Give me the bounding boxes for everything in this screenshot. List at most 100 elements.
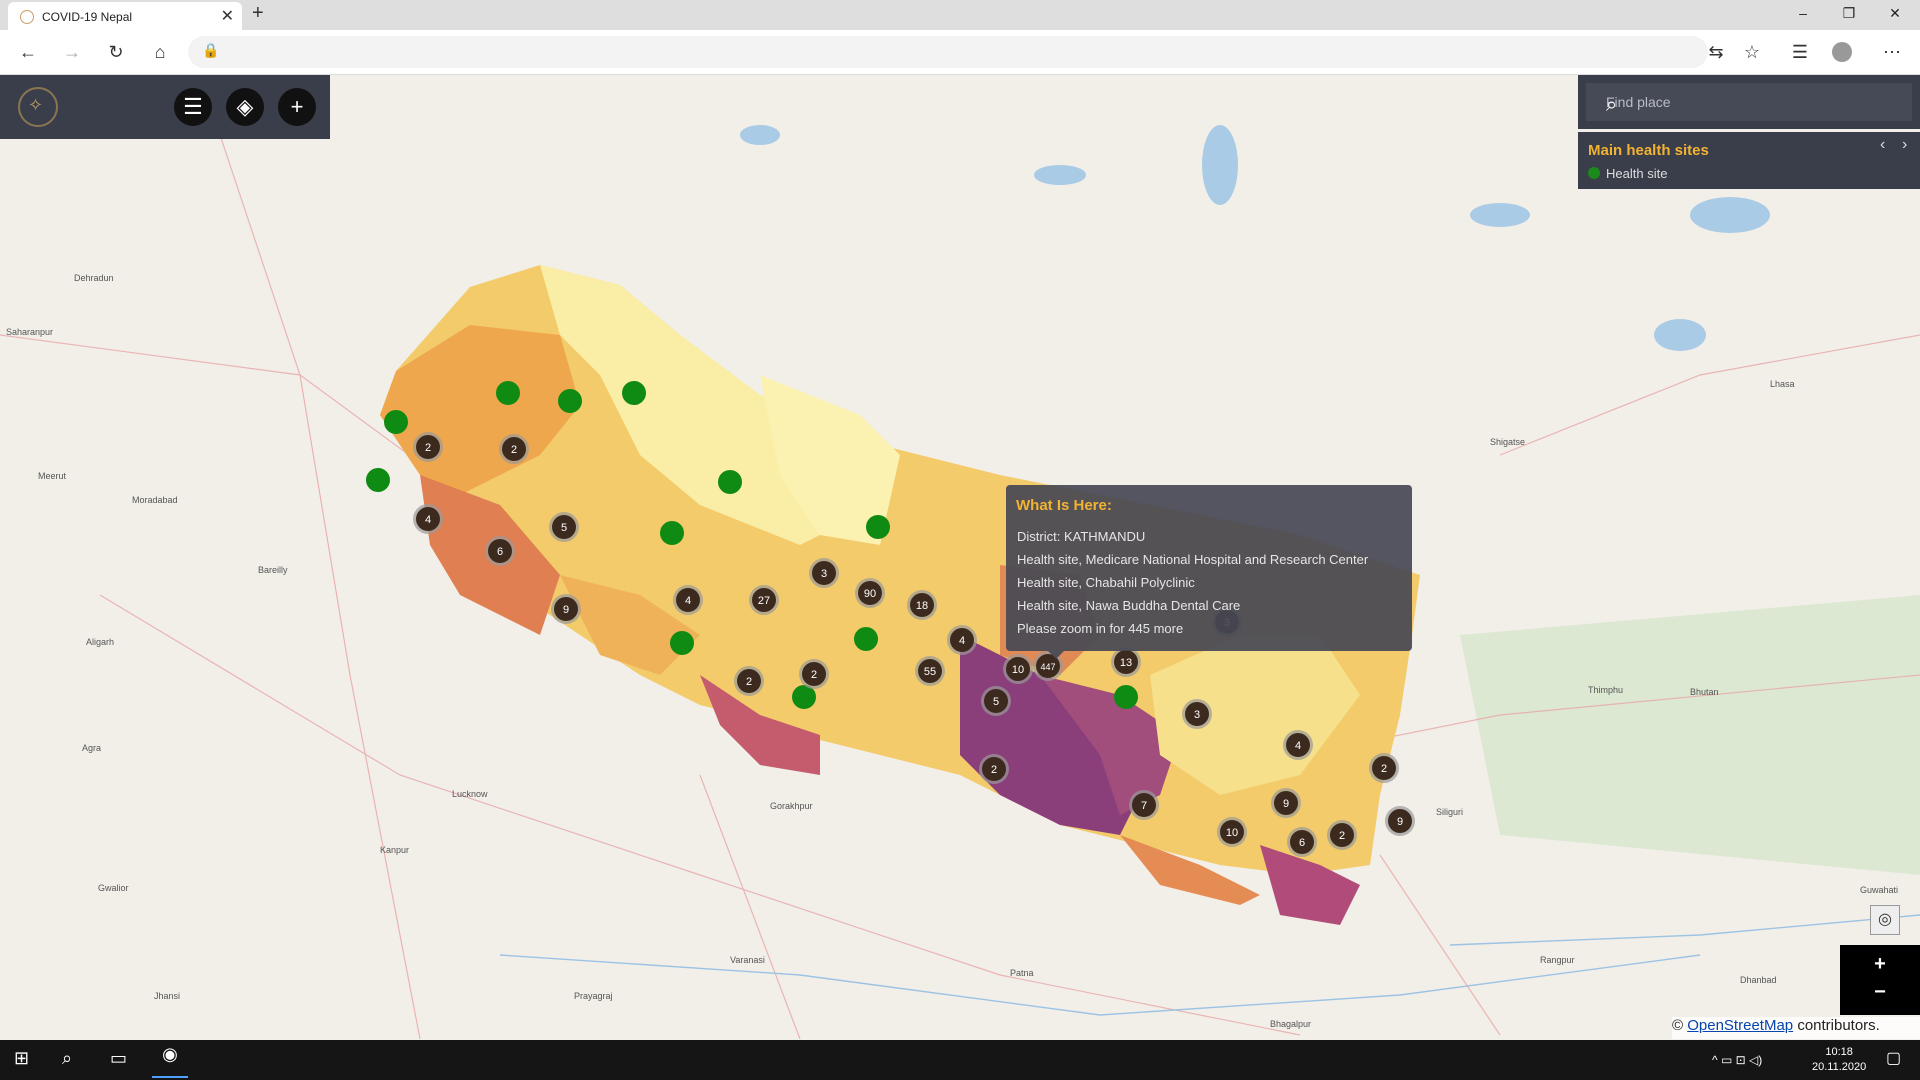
cluster-marker[interactable]: 4	[1283, 730, 1313, 760]
restore-button[interactable]: ❐	[1826, 0, 1872, 30]
popup-district: District: KATHMANDU	[1017, 529, 1146, 544]
search-icon[interactable]: ⌕	[1606, 94, 1900, 117]
clock-time: 10:18	[1825, 1046, 1853, 1058]
cluster-marker[interactable]: 2	[499, 434, 529, 464]
refresh-button[interactable]: ↻	[102, 38, 130, 66]
close-tab-icon[interactable]: ✕	[221, 6, 234, 26]
cluster-marker[interactable]: 4	[413, 504, 443, 534]
cluster-count: 4	[959, 635, 965, 647]
cluster-marker[interactable]: 2	[799, 659, 829, 689]
back-button[interactable]: ←	[14, 38, 42, 66]
health-site-marker[interactable]	[866, 515, 890, 539]
legend-item: Health site	[1588, 166, 1667, 181]
more-menu-icon[interactable]: ⋯	[1878, 38, 1906, 66]
cluster-marker[interactable]: 10	[1217, 817, 1247, 847]
cluster-marker[interactable]: 5	[549, 512, 579, 542]
site-favicon-icon	[20, 10, 34, 24]
popup-line: Health site, Medicare National Hospital …	[1017, 552, 1369, 567]
cluster-marker[interactable]: 2	[1369, 753, 1399, 783]
cluster-count: 27	[758, 595, 770, 607]
what-is-here-popup: What Is Here: District: KATHMANDU Health…	[1006, 485, 1412, 659]
cluster-marker[interactable]: 5	[981, 686, 1011, 716]
cluster-marker[interactable]: 6	[1287, 827, 1317, 857]
cluster-marker[interactable]: 90	[855, 578, 885, 608]
health-site-marker[interactable]	[718, 470, 742, 494]
cluster-marker[interactable]: 27	[749, 585, 779, 615]
cluster-count: 4	[1295, 740, 1301, 752]
cluster-count: 9	[563, 604, 569, 616]
cluster-marker[interactable]: 2	[734, 666, 764, 696]
clock-date: 20.11.2020	[1812, 1061, 1867, 1073]
health-site-marker[interactable]	[670, 631, 694, 655]
menu-button[interactable]: ☰	[174, 88, 212, 126]
cluster-marker[interactable]: 9	[1385, 806, 1415, 836]
minimize-button[interactable]: –	[1780, 0, 1826, 30]
add-button[interactable]: +	[278, 88, 316, 126]
notification-icon[interactable]: ▢	[1886, 1048, 1901, 1068]
taskbar: ⊞ ⌕ ▭ ◉ ^ ▭ ⊡ ◁) 10:18 20.11.2020 ▢	[0, 1040, 1920, 1080]
edge-taskbar-icon[interactable]: ◉	[152, 1044, 188, 1078]
health-site-marker[interactable]	[558, 389, 582, 413]
cluster-count: 447	[1040, 662, 1055, 672]
cluster-count: 90	[864, 588, 876, 600]
home-button[interactable]: ⌂	[146, 38, 174, 66]
cluster-count: 9	[1397, 816, 1403, 828]
layers-button[interactable]: ◈	[226, 88, 264, 126]
health-site-dot-icon	[1588, 167, 1600, 179]
forward-button[interactable]: →	[58, 38, 86, 66]
cluster-marker[interactable]: 3	[809, 558, 839, 588]
popup-pointer	[1048, 651, 1064, 659]
health-site-marker[interactable]	[660, 521, 684, 545]
zoom-out-button[interactable]: −	[1840, 981, 1920, 1004]
address-bar[interactable]: 🔒	[188, 36, 1708, 68]
cluster-marker[interactable]: 2	[413, 432, 443, 462]
health-site-marker[interactable]	[622, 381, 646, 405]
health-site-marker[interactable]	[496, 381, 520, 405]
cluster-count: 2	[991, 764, 997, 776]
health-site-marker[interactable]	[366, 468, 390, 492]
taskbar-search-icon[interactable]: ⌕	[62, 1048, 72, 1069]
cluster-marker[interactable]: 9	[551, 594, 581, 624]
legend-prev-icon[interactable]: ‹	[1880, 136, 1885, 154]
system-tray-icons[interactable]: ^ ▭ ⊡ ◁)	[1712, 1053, 1762, 1067]
translate-icon[interactable]: ⇆	[1702, 38, 1730, 66]
cluster-marker[interactable]: 9	[1271, 788, 1301, 818]
map-control-panel: ✧ ☰ ◈ +	[0, 75, 330, 139]
profile-avatar[interactable]	[1832, 42, 1852, 62]
close-window-button[interactable]: ✕	[1872, 0, 1918, 30]
compass-logo-icon: ✧	[18, 87, 58, 127]
health-site-marker[interactable]	[854, 627, 878, 651]
popup-heading: What Is Here:	[1016, 497, 1112, 514]
legend-next-icon[interactable]: ›	[1902, 136, 1907, 154]
openstreetmap-link[interactable]: OpenStreetMap	[1687, 1017, 1793, 1034]
locate-icon[interactable]: ◎	[1870, 905, 1900, 935]
map-canvas[interactable]: Dehradun Saharanpur Meerut Moradabad Bar…	[0, 75, 1920, 1039]
cluster-marker[interactable]: 13	[1111, 647, 1141, 677]
browser-tab[interactable]: COVID-19 Nepal ✕	[8, 2, 242, 30]
start-button[interactable]: ⊞	[14, 1048, 29, 1069]
cluster-marker[interactable]: 3	[1182, 699, 1212, 729]
health-site-marker[interactable]	[1114, 685, 1138, 709]
cluster-marker[interactable]: 4	[947, 625, 977, 655]
zoom-in-button[interactable]: +	[1840, 953, 1920, 976]
cluster-count: 13	[1120, 657, 1132, 669]
health-site-marker[interactable]	[384, 410, 408, 434]
cluster-marker[interactable]: 4	[673, 585, 703, 615]
cluster-marker[interactable]: 6	[485, 536, 515, 566]
favorite-star-icon[interactable]: ☆	[1738, 38, 1766, 66]
cluster-count: 2	[425, 442, 431, 454]
cluster-count: 6	[497, 546, 503, 558]
taskbar-clock[interactable]: 10:18 20.11.2020	[1812, 1045, 1866, 1075]
legend-item-label: Health site	[1606, 166, 1668, 181]
cluster-marker[interactable]: 7	[1129, 790, 1159, 820]
task-view-icon[interactable]: ▭	[110, 1048, 127, 1069]
search-input[interactable]: Find place ⌕	[1586, 83, 1912, 121]
cluster-marker[interactable]: 2	[1327, 820, 1357, 850]
popup-line: Health site, Nawa Buddha Dental Care	[1017, 598, 1241, 613]
cluster-marker[interactable]: 10	[1003, 654, 1033, 684]
cluster-marker[interactable]: 55	[915, 656, 945, 686]
new-tab-button[interactable]: +	[252, 2, 264, 25]
cluster-marker[interactable]: 18	[907, 590, 937, 620]
cluster-marker[interactable]: 2	[979, 754, 1009, 784]
collections-icon[interactable]: ☰	[1786, 38, 1814, 66]
